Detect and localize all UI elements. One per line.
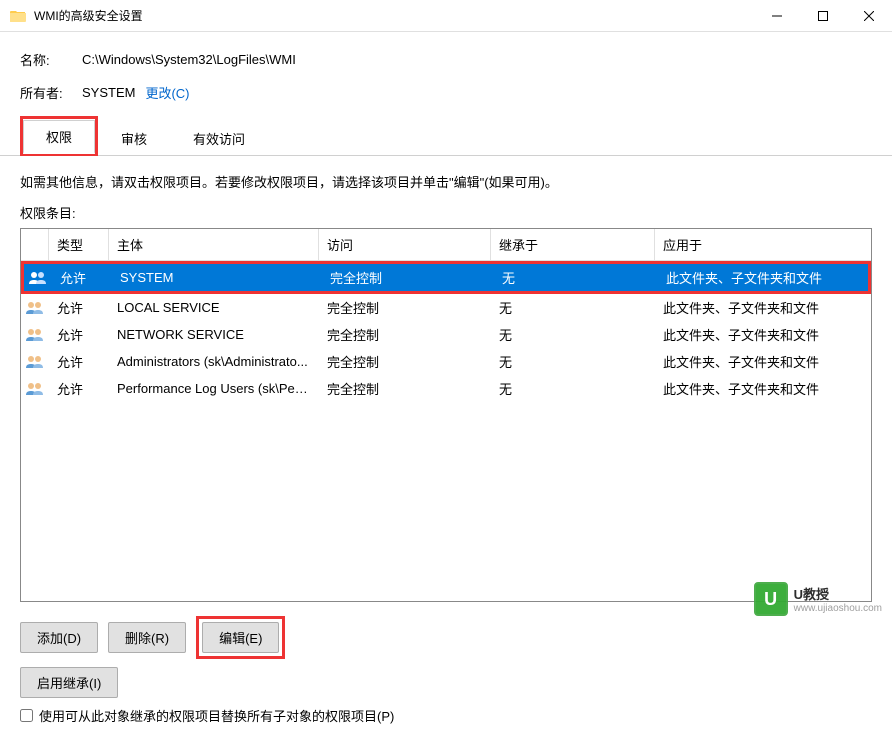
add-button[interactable]: 添加(D) bbox=[20, 622, 98, 653]
th-type[interactable]: 类型 bbox=[49, 229, 109, 260]
table-row[interactable]: 允许LOCAL SERVICE完全控制无此文件夹、子文件夹和文件 bbox=[21, 294, 871, 321]
th-icon bbox=[21, 229, 49, 260]
tabs: 权限 审核 有效访问 bbox=[0, 116, 892, 156]
watermark-icon: U bbox=[754, 582, 788, 616]
cell-type: 允许 bbox=[52, 266, 112, 289]
cell-inherit: 无 bbox=[494, 266, 658, 289]
table-row[interactable]: 允许Administrators (sk\Administrato...完全控制… bbox=[21, 348, 871, 375]
tab-auditing[interactable]: 审核 bbox=[98, 122, 170, 155]
people-icon bbox=[25, 300, 45, 316]
cell-inherit: 无 bbox=[491, 377, 655, 400]
highlight-box-selected-row: 允许 SYSTEM 完全控制 无 此文件夹、子文件夹和文件 bbox=[21, 261, 871, 294]
table-header: 类型 主体 访问 继承于 应用于 bbox=[21, 229, 871, 261]
th-applies[interactable]: 应用于 bbox=[655, 229, 871, 260]
cell-inherit: 无 bbox=[491, 296, 655, 319]
cell-access: 完全控制 bbox=[319, 377, 491, 400]
cell-inherit: 无 bbox=[491, 323, 655, 346]
edit-button[interactable]: 编辑(E) bbox=[202, 622, 279, 653]
watermark-url: www.ujiaoshou.com bbox=[794, 603, 882, 614]
name-label: 名称: bbox=[20, 50, 82, 69]
highlight-box-edit: 编辑(E) bbox=[196, 616, 285, 659]
watermark-brand: U教授 bbox=[794, 584, 882, 603]
th-access[interactable]: 访问 bbox=[319, 229, 491, 260]
cell-applies: 此文件夹、子文件夹和文件 bbox=[655, 377, 871, 400]
owner-label: 所有者: bbox=[20, 83, 82, 102]
cell-type: 允许 bbox=[49, 323, 109, 346]
enable-inheritance-button[interactable]: 启用继承(I) bbox=[20, 667, 118, 698]
th-principal[interactable]: 主体 bbox=[109, 229, 319, 260]
cell-access: 完全控制 bbox=[322, 266, 494, 289]
change-owner-link[interactable]: 更改(C) bbox=[145, 83, 189, 102]
cell-access: 完全控制 bbox=[319, 323, 491, 346]
folder-icon bbox=[10, 8, 26, 24]
cell-access: 完全控制 bbox=[319, 350, 491, 373]
highlight-box-tab: 权限 bbox=[20, 116, 98, 156]
close-button[interactable] bbox=[846, 0, 892, 32]
cell-principal: Performance Log Users (sk\Perf... bbox=[109, 379, 319, 398]
watermark: U U教授 www.ujiaoshou.com bbox=[754, 582, 882, 616]
cell-principal: LOCAL SERVICE bbox=[109, 298, 319, 317]
table-row[interactable]: 允许 SYSTEM 完全控制 无 此文件夹、子文件夹和文件 bbox=[24, 264, 868, 291]
people-icon bbox=[28, 270, 48, 286]
table-row[interactable]: 允许NETWORK SERVICE完全控制无此文件夹、子文件夹和文件 bbox=[21, 321, 871, 348]
replace-child-permissions-label[interactable]: 使用可从此对象继承的权限项目替换所有子对象的权限项目(P) bbox=[39, 706, 394, 725]
cell-principal: Administrators (sk\Administrato... bbox=[109, 352, 319, 371]
cell-applies: 此文件夹、子文件夹和文件 bbox=[658, 266, 868, 289]
cell-access: 完全控制 bbox=[319, 296, 491, 319]
tab-effective-access[interactable]: 有效访问 bbox=[170, 122, 268, 155]
instruction-text: 如需其他信息，请双击权限项目。若要修改权限项目，请选择该项目并单击"编辑"(如果… bbox=[20, 172, 872, 191]
maximize-button[interactable] bbox=[800, 0, 846, 32]
cell-type: 允许 bbox=[49, 350, 109, 373]
owner-value: SYSTEM bbox=[82, 85, 135, 100]
name-value: C:\Windows\System32\LogFiles\WMI bbox=[82, 52, 296, 67]
replace-child-permissions-checkbox[interactable] bbox=[20, 709, 33, 722]
th-inherit[interactable]: 继承于 bbox=[491, 229, 655, 260]
table-row[interactable]: 允许Performance Log Users (sk\Perf...完全控制无… bbox=[21, 375, 871, 402]
cell-applies: 此文件夹、子文件夹和文件 bbox=[655, 296, 871, 319]
people-icon bbox=[25, 327, 45, 343]
people-icon bbox=[25, 354, 45, 370]
cell-type: 允许 bbox=[49, 377, 109, 400]
cell-applies: 此文件夹、子文件夹和文件 bbox=[655, 350, 871, 373]
cell-type: 允许 bbox=[49, 296, 109, 319]
tab-permissions[interactable]: 权限 bbox=[23, 120, 95, 154]
cell-principal: NETWORK SERVICE bbox=[109, 325, 319, 344]
permissions-table: 类型 主体 访问 继承于 应用于 允许 SYSTEM 完全控制 无 此文件夹、子… bbox=[20, 228, 872, 402]
title-bar: WMI的高级安全设置 bbox=[0, 0, 892, 32]
cell-principal: SYSTEM bbox=[112, 268, 322, 287]
cell-inherit: 无 bbox=[491, 350, 655, 373]
minimize-button[interactable] bbox=[754, 0, 800, 32]
table-empty-region bbox=[20, 402, 872, 602]
remove-button[interactable]: 删除(R) bbox=[108, 622, 186, 653]
people-icon bbox=[25, 381, 45, 397]
cell-applies: 此文件夹、子文件夹和文件 bbox=[655, 323, 871, 346]
permission-entries-label: 权限条目: bbox=[20, 203, 872, 222]
